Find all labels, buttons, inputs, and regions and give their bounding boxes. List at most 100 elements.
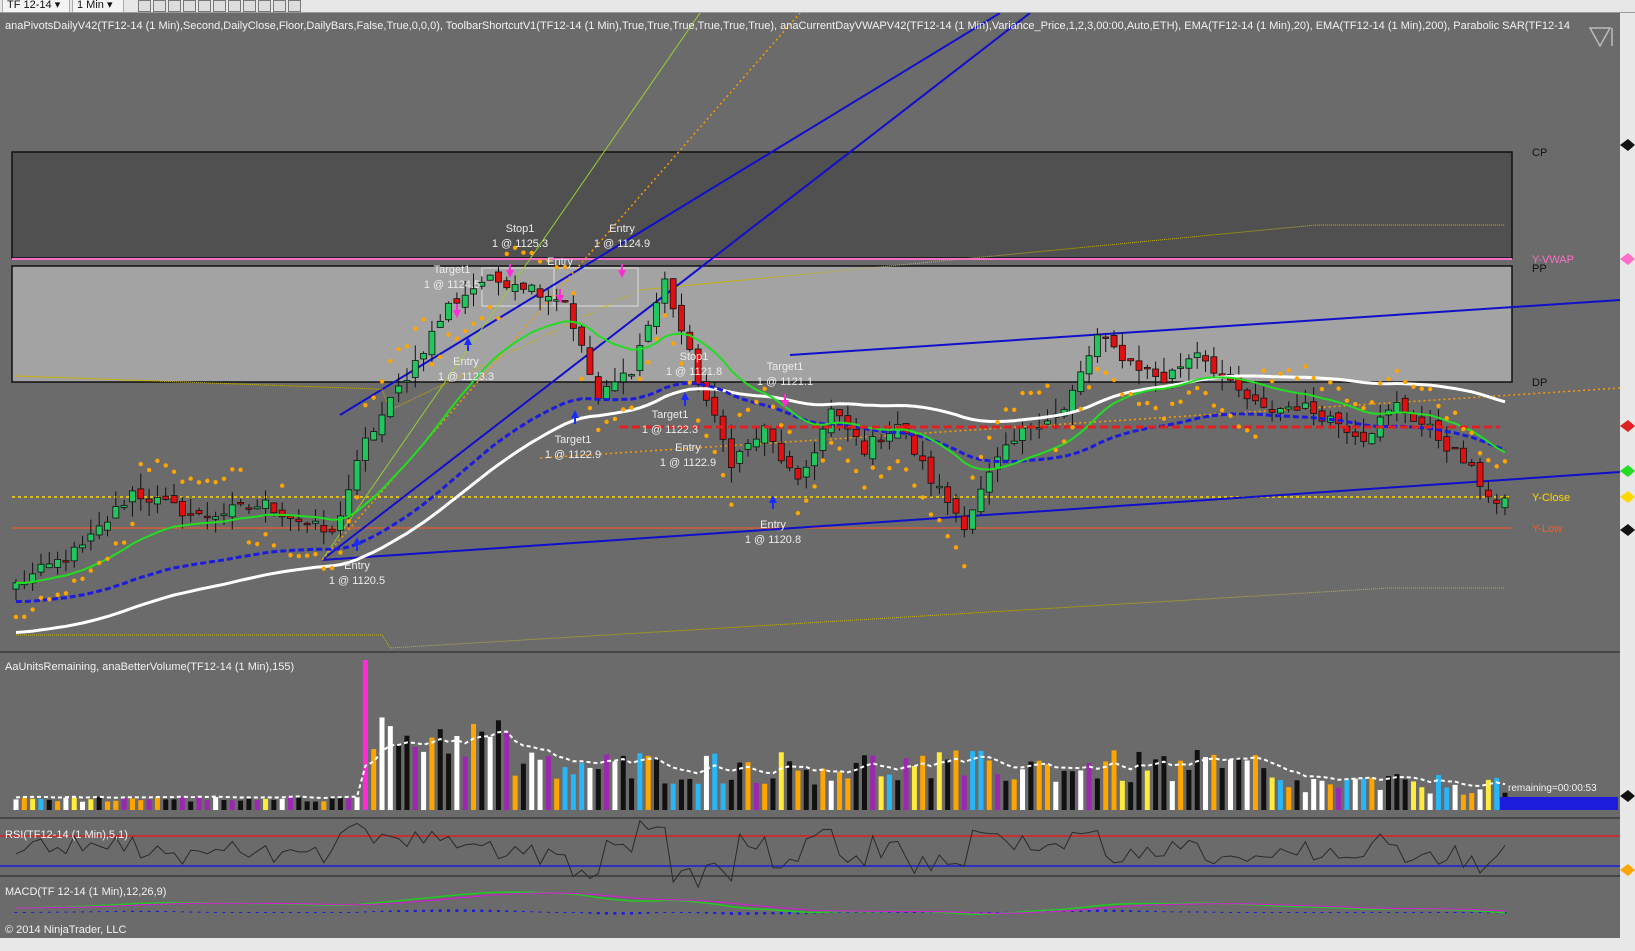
sar-dot: [421, 317, 426, 322]
candle: [378, 414, 386, 436]
annotation-title: Target1: [767, 361, 804, 373]
sar-dot: [953, 545, 959, 550]
sar-dot: [479, 316, 485, 321]
strategies-icon[interactable]: [258, 0, 271, 12]
sar-dot: [1311, 375, 1316, 381]
volume-bar: [304, 801, 310, 810]
sar-dot: [878, 474, 884, 479]
draw-icon[interactable]: [153, 0, 166, 12]
candle: [603, 386, 611, 400]
save-icon[interactable]: [288, 0, 301, 12]
volume-bar: [562, 767, 568, 810]
annotation-detail: 1 @ 1124.9: [594, 238, 650, 250]
sar-dot: [188, 476, 193, 481]
candle: [811, 452, 818, 467]
sar-dot: [629, 405, 634, 410]
sar-dot: [1386, 376, 1391, 382]
candle: [852, 429, 860, 438]
candle: [661, 278, 669, 304]
macd-histogram-bar: [1262, 912, 1266, 913]
annotation-title: Target1: [652, 409, 689, 421]
sar-dot: [1361, 405, 1366, 411]
sar-dot: [804, 498, 809, 503]
macd-histogram-bar: [438, 909, 442, 912]
candle: [769, 428, 777, 442]
volume-bar: [487, 736, 493, 810]
candle: [1310, 401, 1318, 414]
properties-icon[interactable]: [273, 0, 286, 12]
sar-dot: [1461, 426, 1466, 432]
sar-dot: [205, 478, 210, 484]
sar-dot: [604, 419, 609, 425]
macd-histogram-bar: [1228, 912, 1232, 913]
candle: [1143, 367, 1151, 370]
volume-bar: [1477, 789, 1483, 810]
candle: [403, 380, 411, 383]
volume-bar: [936, 752, 942, 810]
sar-dot: [1153, 405, 1158, 411]
macd-histogram-bar: [1428, 912, 1432, 913]
macd-histogram-bar: [139, 910, 143, 912]
macd-histogram-bar: [430, 909, 434, 912]
volume-bar: [678, 779, 684, 810]
data-box-icon[interactable]: [213, 0, 226, 12]
candle: [653, 302, 660, 328]
zoom-out-icon[interactable]: [183, 0, 196, 12]
macd-histogram-bar: [47, 911, 51, 913]
volume-bar: [146, 799, 152, 810]
candle: [678, 304, 685, 332]
macd-histogram-bar: [1104, 909, 1108, 912]
sar-dot: [1469, 430, 1474, 436]
volume-bar: [795, 770, 801, 810]
sar-dot: [63, 591, 69, 596]
volume-bar: [1386, 776, 1392, 810]
zoom-in-icon[interactable]: [168, 0, 181, 12]
sar-dot: [329, 565, 335, 571]
sar-dot: [404, 343, 410, 349]
macd-histogram-bar: [413, 909, 417, 912]
macd-histogram-bar: [56, 911, 60, 913]
volume-bar: [113, 800, 119, 810]
volume-bar: [1036, 760, 1042, 810]
macd-histogram-bar: [1212, 911, 1216, 913]
volume-bar: [121, 798, 127, 810]
level-label-y-low: Y-Low: [1532, 523, 1562, 535]
volume-bar: [812, 784, 818, 810]
sar-dot: [1161, 416, 1167, 421]
candle: [1401, 397, 1409, 414]
macd-histogram-bar: [297, 912, 301, 913]
sar-dot: [1195, 385, 1200, 391]
volume-bar: [1186, 769, 1192, 810]
macd-histogram-bar: [563, 912, 567, 913]
sar-dot: [1452, 410, 1458, 415]
macd-histogram-bar: [1170, 911, 1174, 913]
volume-bar: [753, 782, 759, 810]
volume-bar: [1003, 780, 1009, 810]
crosshair-icon[interactable]: [198, 0, 211, 12]
time-axis[interactable]: [0, 938, 1620, 951]
interval-selector[interactable]: 1 Min ▾: [72, 0, 124, 12]
price-axis[interactable]: [1620, 13, 1635, 951]
sar-dot: [596, 427, 601, 433]
candle: [819, 428, 827, 451]
indicators-icon[interactable]: [243, 0, 256, 12]
instrument-selector[interactable]: TF 12-14 ▾: [2, 0, 70, 12]
sar-dot: [1145, 400, 1150, 406]
candle: [977, 488, 985, 513]
volume-bar: [1394, 774, 1400, 810]
volume-bar: [787, 761, 793, 810]
volume-bar: [654, 757, 660, 810]
annotation-title: Stop1: [506, 223, 535, 235]
volume-bar: [712, 753, 718, 810]
candle: [727, 438, 735, 469]
volume-bar: [55, 801, 61, 810]
candle: [611, 381, 619, 392]
volume-bar: [995, 774, 1001, 810]
sar-dot: [1103, 370, 1108, 375]
macd-histogram-bar: [588, 912, 592, 914]
chart-trader-icon[interactable]: [228, 0, 241, 12]
bar-type-icon[interactable]: [138, 0, 151, 12]
price-chart[interactable]: anaPivotsDailyV42(TF12-14 (1 Min),Second…: [0, 13, 1635, 951]
candle: [528, 284, 536, 292]
volume-bar: [828, 780, 834, 810]
